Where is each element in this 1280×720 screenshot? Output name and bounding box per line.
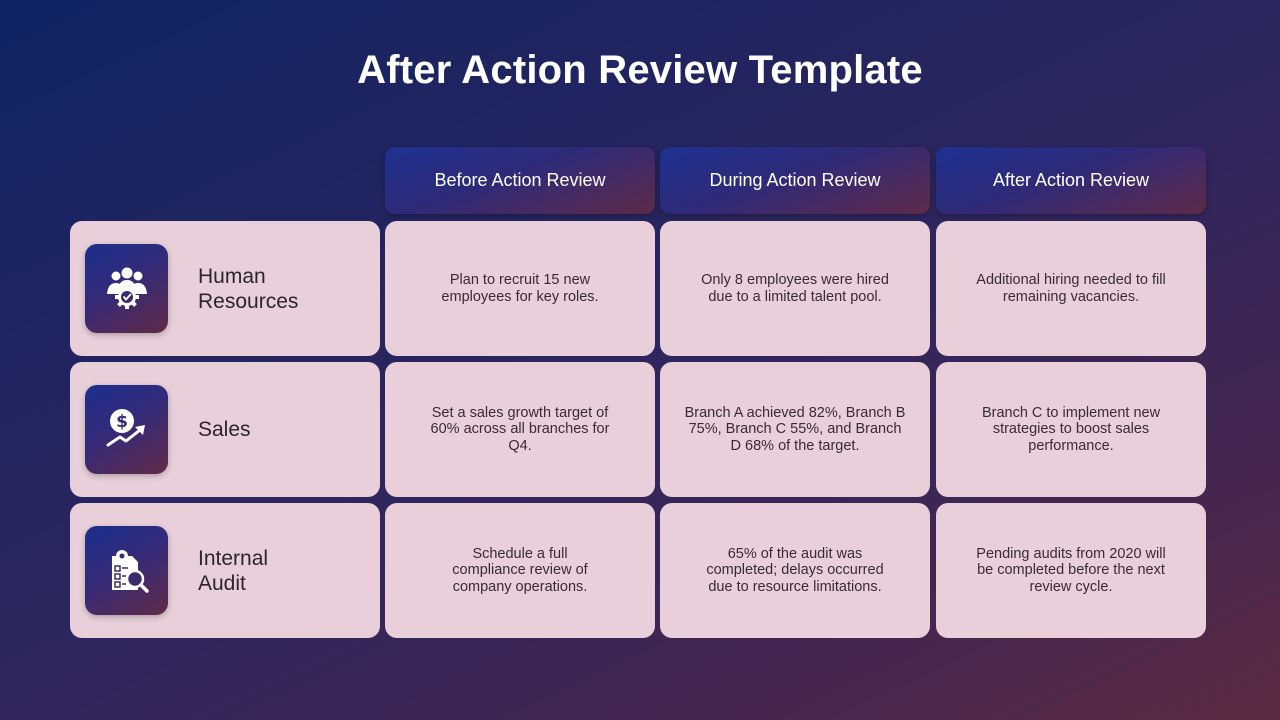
- cell-text: Only 8 employees were hired due to a lim…: [701, 272, 889, 305]
- cell-sales-during: Branch A achieved 82%, Branch B 75%, Bra…: [660, 362, 930, 497]
- row-label-line1: Human: [198, 264, 266, 288]
- cell-text: Schedule a full compliance review of com…: [452, 545, 588, 595]
- row-header-internal-audit: Internal Audit: [70, 503, 380, 638]
- row-label-line2: Audit: [198, 571, 246, 595]
- row-label: Human Resources: [198, 221, 368, 356]
- svg-text:$: $: [116, 412, 128, 432]
- cell-hr-before: Plan to recruit 15 new employees for key…: [385, 221, 655, 356]
- cell-hr-after: Additional hiring needed to fill remaini…: [936, 221, 1206, 356]
- row-label: Internal Audit: [198, 503, 368, 638]
- row-header-human-resources: Human Resources: [70, 221, 380, 356]
- row-label-line1: Sales: [198, 418, 251, 441]
- dollar-growth-icon: $: [85, 385, 168, 474]
- cell-sales-before: Set a sales growth target of 60% across …: [385, 362, 655, 497]
- cell-audit-before: Schedule a full compliance review of com…: [385, 503, 655, 638]
- cell-text: Additional hiring needed to fill remaini…: [976, 272, 1166, 305]
- page-title: After Action Review Template: [357, 48, 923, 92]
- cell-text: 65% of the audit was completed; delays o…: [706, 545, 884, 595]
- column-header-during: During Action Review: [660, 147, 930, 214]
- audit-checklist-search-icon: [85, 526, 168, 615]
- row-header-sales: $ Sales: [70, 362, 380, 497]
- cell-text: Branch C to implement new strategies to …: [981, 404, 1161, 454]
- cell-text: Branch A achieved 82%, Branch B 75%, Bra…: [684, 404, 906, 454]
- cell-text: Plan to recruit 15 new employees for key…: [441, 272, 599, 305]
- row-label: Sales: [198, 362, 368, 497]
- cell-audit-during: 65% of the audit was completed; delays o…: [660, 503, 930, 638]
- column-header-before: Before Action Review: [385, 147, 655, 214]
- team-gear-check-icon: [85, 244, 168, 333]
- cell-text: Pending audits from 2020 will be complet…: [976, 545, 1166, 595]
- cell-text: Set a sales growth target of 60% across …: [430, 404, 610, 454]
- row-label-line2: Resources: [198, 289, 299, 313]
- cell-audit-after: Pending audits from 2020 will be complet…: [936, 503, 1206, 638]
- column-header-after: After Action Review: [936, 147, 1206, 214]
- row-label-line1: Internal: [198, 546, 269, 570]
- cell-sales-after: Branch C to implement new strategies to …: [936, 362, 1206, 497]
- cell-hr-during: Only 8 employees were hired due to a lim…: [660, 221, 930, 356]
